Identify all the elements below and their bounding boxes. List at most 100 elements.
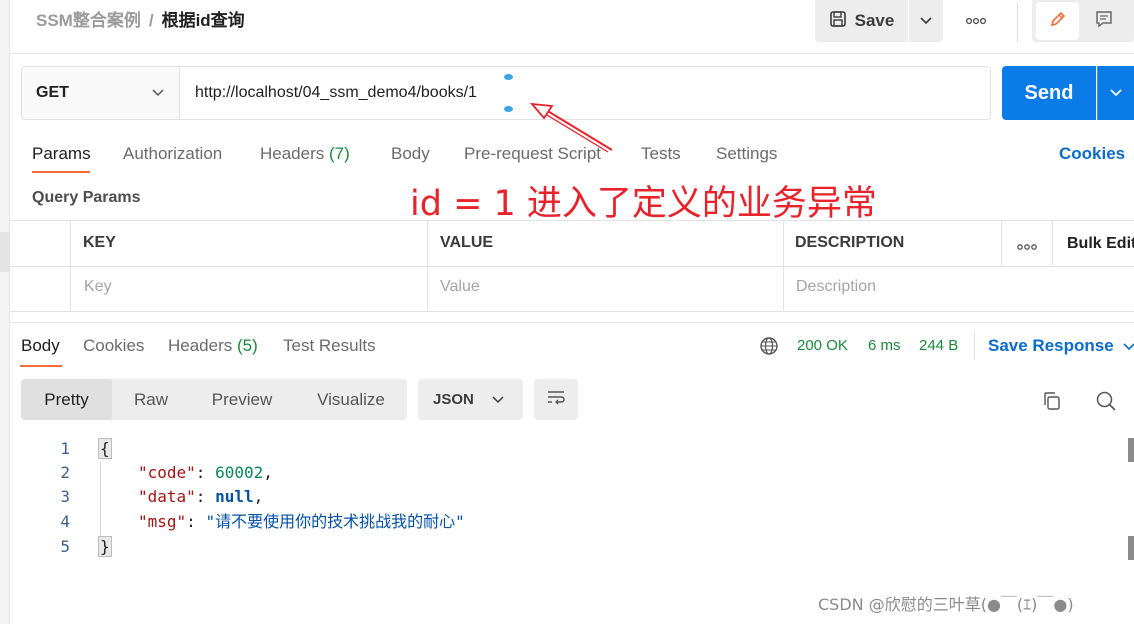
- breadcrumb-request[interactable]: 根据id查询: [162, 11, 245, 30]
- format-select[interactable]: JSON: [418, 379, 523, 420]
- code-line[interactable]: }: [98, 535, 112, 559]
- view-mode-raw[interactable]: Raw: [115, 379, 187, 420]
- save-button[interactable]: Save: [815, 0, 908, 42]
- tab-tests[interactable]: Tests: [641, 143, 681, 165]
- json-value: "请不要使用你的技术挑战我的耐心": [205, 512, 465, 531]
- response-tab-cookies[interactable]: Cookies: [83, 335, 144, 357]
- json-value: 60002: [215, 463, 264, 482]
- response-headers-count: (5): [237, 336, 258, 355]
- chevron-down-icon: [919, 12, 933, 30]
- text-cursor-handle: [504, 74, 513, 80]
- sidebar-resize-handle[interactable]: [0, 232, 10, 272]
- scrollbar-thumb[interactable]: [1128, 536, 1134, 560]
- line-number: 5: [60, 537, 70, 556]
- url-text: http://localhost/04_ssm_demo4/books/1: [195, 84, 477, 101]
- globe-icon[interactable]: [759, 336, 779, 361]
- table-col-divider: [783, 220, 784, 311]
- column-options-button[interactable]: [1016, 238, 1038, 256]
- method-select[interactable]: GET: [21, 66, 180, 120]
- watermark: CSDN @欣慰的三叶草(●￣(ｴ)￣●): [818, 595, 1074, 614]
- method-label: GET: [36, 84, 69, 101]
- response-time[interactable]: 6 ms: [868, 336, 901, 356]
- send-button[interactable]: Send: [1002, 66, 1096, 120]
- table-border-mid: [10, 266, 1134, 267]
- save-response-label: Save Response: [988, 336, 1114, 355]
- tab-params[interactable]: Params: [32, 143, 91, 165]
- response-tab-headers[interactable]: Headers (5): [168, 335, 258, 357]
- save-response-button[interactable]: Save Response: [988, 335, 1134, 357]
- send-dropdown-button[interactable]: [1097, 66, 1134, 120]
- divider: [1017, 2, 1018, 42]
- tab-pre-request-script[interactable]: Pre-request Script: [464, 143, 601, 165]
- send-label: Send: [1024, 81, 1074, 104]
- column-header-key: KEY: [83, 234, 116, 251]
- line-number: 4: [60, 512, 70, 531]
- json-comma: ,: [253, 487, 264, 506]
- response-tab-test-results[interactable]: Test Results: [283, 335, 376, 357]
- open-brace: {: [98, 438, 112, 459]
- indent-guide: [100, 462, 101, 538]
- more-horizontal-icon: [965, 12, 987, 30]
- response-size[interactable]: 244 B: [919, 336, 958, 356]
- table-border-top: [10, 220, 1134, 221]
- param-description-input[interactable]: Description: [796, 277, 876, 297]
- save-icon: [829, 10, 847, 33]
- breadcrumb: SSM整合案例 / 根据id查询: [36, 10, 245, 32]
- breadcrumb-separator: /: [148, 11, 154, 30]
- close-brace: }: [98, 536, 112, 557]
- save-label: Save: [854, 11, 895, 30]
- tab-headers-label: Headers: [260, 144, 325, 163]
- view-mode-pretty[interactable]: Pretty: [21, 379, 112, 420]
- code-line[interactable]: "msg": "请不要使用你的技术挑战我的耐心": [138, 510, 465, 534]
- column-header-description: DESCRIPTION: [795, 234, 905, 251]
- more-horizontal-icon: [1016, 238, 1038, 255]
- status-code[interactable]: 200 OK: [797, 336, 848, 356]
- json-key: "data": [138, 487, 196, 506]
- active-tab-indicator: [20, 365, 62, 367]
- json-key: "msg": [138, 512, 187, 531]
- response-tab-headers-label: Headers: [168, 336, 233, 355]
- param-value-input[interactable]: Value: [440, 277, 480, 297]
- copy-icon[interactable]: [1041, 390, 1063, 417]
- query-params-title: Query Params: [32, 189, 141, 206]
- tab-authorization[interactable]: Authorization: [123, 143, 222, 165]
- chevron-down-icon: [151, 84, 165, 102]
- code-line[interactable]: {: [98, 437, 112, 461]
- tab-headers[interactable]: Headers (7): [260, 143, 350, 165]
- breadcrumb-collection[interactable]: SSM整合案例: [36, 11, 141, 30]
- postman-window: SSM整合案例 / 根据id查询 Save GET http://localhost…: [0, 0, 1134, 624]
- save-dropdown-button[interactable]: [909, 0, 943, 42]
- comments-button[interactable]: [1086, 2, 1122, 40]
- json-value: null: [215, 487, 254, 506]
- tab-body[interactable]: Body: [391, 143, 430, 165]
- active-tab-indicator: [32, 171, 90, 173]
- response-tab-body[interactable]: Body: [21, 335, 60, 357]
- format-label: JSON: [433, 391, 474, 408]
- view-mode-visualize[interactable]: Visualize: [300, 379, 402, 420]
- headers-count: (7): [329, 144, 350, 163]
- tab-settings[interactable]: Settings: [716, 143, 777, 165]
- scrollbar-thumb[interactable]: [1128, 438, 1134, 462]
- cookies-link[interactable]: Cookies: [1059, 143, 1125, 165]
- search-icon[interactable]: [1095, 390, 1117, 417]
- left-sidebar-strip: [0, 0, 10, 624]
- table-col-divider: [427, 220, 428, 311]
- json-comma: ,: [263, 463, 273, 482]
- code-line[interactable]: "data": null,: [138, 485, 263, 509]
- text-cursor-handle: [504, 106, 513, 112]
- table-col-divider: [1052, 220, 1053, 266]
- response-divider: [10, 322, 1134, 323]
- param-key-input[interactable]: Key: [84, 277, 112, 297]
- pencil-icon: [1048, 9, 1068, 34]
- bulk-edit-button[interactable]: Bulk Edit: [1067, 234, 1134, 254]
- view-mode-preview[interactable]: Preview: [195, 379, 289, 420]
- edit-documentation-button[interactable]: [1036, 2, 1079, 40]
- json-key: "code": [138, 463, 196, 482]
- line-number: 2: [60, 463, 70, 482]
- table-col-divider: [70, 220, 71, 311]
- code-line[interactable]: "code": 60002,: [138, 461, 273, 485]
- more-options-button[interactable]: [958, 10, 994, 32]
- table-col-divider: [1001, 220, 1002, 266]
- wrap-lines-button[interactable]: [534, 379, 578, 420]
- chevron-down-icon: [1122, 336, 1134, 355]
